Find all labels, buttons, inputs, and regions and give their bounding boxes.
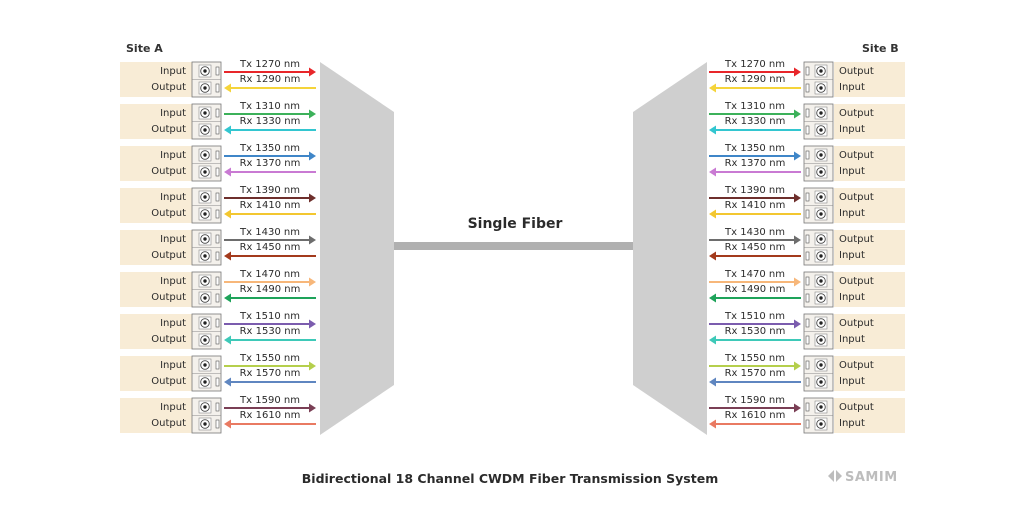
site-b-rx-label: Rx 1530 nm — [724, 326, 786, 337]
duplex-connector-icon — [191, 355, 222, 392]
duplex-connector-icon — [191, 229, 222, 266]
site-a-tx-label: Tx 1510 nm — [240, 311, 300, 322]
site-a-tx-label: Tx 1590 nm — [240, 395, 300, 406]
site-b-tx-label: Tx 1510 nm — [725, 311, 785, 322]
site-b-tx-label: Tx 1270 nm — [725, 59, 785, 70]
site-b-port-input: Input — [839, 208, 865, 219]
site-a-rx-label: Rx 1290 nm — [239, 74, 301, 85]
site-b-rx-label: Rx 1490 nm — [724, 284, 786, 295]
site-a-port-input: Input — [160, 150, 186, 161]
duplex-connector-icon — [191, 103, 222, 140]
site-a-tx-label: Tx 1430 nm — [240, 227, 300, 238]
site-a-port-output: Output — [151, 82, 186, 93]
site-a-port-input: Input — [160, 276, 186, 287]
mux-demux-left — [320, 62, 394, 435]
site-a-port-input: Input — [160, 402, 186, 413]
duplex-connector-icon — [191, 313, 222, 350]
site-b-tx-label: Tx 1470 nm — [725, 269, 785, 280]
site-a-rx-label: Rx 1450 nm — [239, 242, 301, 253]
site-b-port-output: Output — [839, 150, 874, 161]
site-a-rx-label: Rx 1370 nm — [239, 158, 301, 169]
site-a-tx-label: Tx 1390 nm — [240, 185, 300, 196]
site-a-tx-label: Tx 1310 nm — [240, 101, 300, 112]
site-a-port-output: Output — [151, 208, 186, 219]
site-b-port-output: Output — [839, 108, 874, 119]
duplex-connector-icon — [191, 145, 222, 182]
site-b-port-input: Input — [839, 250, 865, 261]
duplex-connector-icon — [191, 271, 222, 308]
site-b-rx-label: Rx 1410 nm — [724, 200, 786, 211]
duplex-connector-icon — [803, 61, 834, 98]
site-a-rx-label: Rx 1490 nm — [239, 284, 301, 295]
site-b-tx-label: Tx 1590 nm — [725, 395, 785, 406]
site-b-port-input: Input — [839, 376, 865, 387]
duplex-connector-icon — [803, 145, 834, 182]
duplex-connector-icon — [803, 397, 834, 434]
site-b-port-output: Output — [839, 192, 874, 203]
site-a-rx-label: Rx 1330 nm — [239, 116, 301, 127]
site-b-port-input: Input — [839, 334, 865, 345]
site-b-port-input: Input — [839, 82, 865, 93]
site-a-rx-label: Rx 1610 nm — [239, 410, 301, 421]
site-b-rx-label: Rx 1330 nm — [724, 116, 786, 127]
duplex-connector-icon — [803, 187, 834, 224]
site-b-tx-label: Tx 1430 nm — [725, 227, 785, 238]
site-b-rx-label: Rx 1610 nm — [724, 410, 786, 421]
site-a-port-output: Output — [151, 124, 186, 135]
site-b-rx-label: Rx 1570 nm — [724, 368, 786, 379]
site-b-tx-label: Tx 1350 nm — [725, 143, 785, 154]
site-a-tx-label: Tx 1270 nm — [240, 59, 300, 70]
site-b-port-output: Output — [839, 234, 874, 245]
site-b-port-output: Output — [839, 318, 874, 329]
site-a-port-input: Input — [160, 318, 186, 329]
site-b-tx-label: Tx 1310 nm — [725, 101, 785, 112]
site-a-port-output: Output — [151, 334, 186, 345]
duplex-connector-icon — [803, 229, 834, 266]
site-a-rx-label: Rx 1530 nm — [239, 326, 301, 337]
site-b-port-input: Input — [839, 292, 865, 303]
duplex-connector-icon — [803, 103, 834, 140]
site-a-rx-label: Rx 1570 nm — [239, 368, 301, 379]
site-a-port-output: Output — [151, 418, 186, 429]
site-b-tx-label: Tx 1390 nm — [725, 185, 785, 196]
duplex-connector-icon — [191, 187, 222, 224]
site-a-tx-label: Tx 1470 nm — [240, 269, 300, 280]
site-b-port-output: Output — [839, 360, 874, 371]
site-b-port-input: Input — [839, 124, 865, 135]
site-a-tx-label: Tx 1550 nm — [240, 353, 300, 364]
site-b-rx-label: Rx 1450 nm — [724, 242, 786, 253]
site-a-port-output: Output — [151, 376, 186, 387]
site-a-port-output: Output — [151, 292, 186, 303]
site-a-port-output: Output — [151, 166, 186, 177]
site-a-port-input: Input — [160, 66, 186, 77]
site-b-tx-label: Tx 1550 nm — [725, 353, 785, 364]
site-a-port-input: Input — [160, 360, 186, 371]
duplex-connector-icon — [803, 271, 834, 308]
site-b-port-output: Output — [839, 276, 874, 287]
duplex-connector-icon — [191, 61, 222, 98]
site-b-rx-label: Rx 1370 nm — [724, 158, 786, 169]
site-a-port-input: Input — [160, 234, 186, 245]
single-fiber-line — [394, 242, 633, 250]
site-a-port-output: Output — [151, 250, 186, 261]
site-b-port-input: Input — [839, 418, 865, 429]
site-a-port-input: Input — [160, 108, 186, 119]
duplex-connector-icon — [803, 355, 834, 392]
site-a-port-input: Input — [160, 192, 186, 203]
site-b-port-output: Output — [839, 402, 874, 413]
site-a-rx-label: Rx 1410 nm — [239, 200, 301, 211]
mux-demux-right — [633, 62, 707, 435]
site-b-port-input: Input — [839, 166, 865, 177]
site-b-rx-label: Rx 1290 nm — [724, 74, 786, 85]
duplex-connector-icon — [191, 397, 222, 434]
duplex-connector-icon — [803, 313, 834, 350]
site-b-port-output: Output — [839, 66, 874, 77]
site-a-tx-label: Tx 1350 nm — [240, 143, 300, 154]
